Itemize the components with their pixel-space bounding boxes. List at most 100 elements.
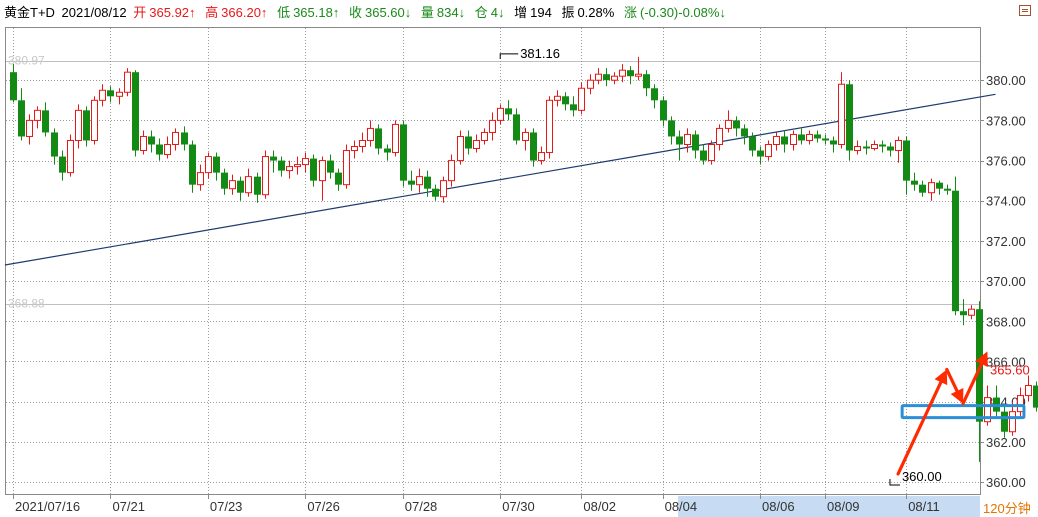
candle [116,88,123,105]
candle [359,132,366,153]
candle [270,150,277,173]
candle [806,130,813,145]
x-tick-label: 07/23 [210,499,243,514]
candle-body [790,133,797,145]
candle-body [505,108,512,115]
candle-body [919,184,926,193]
candle-body [854,146,861,152]
candle [505,100,512,121]
candle [887,142,894,157]
candle [725,110,732,133]
candle-body [1001,411,1008,432]
candle [733,116,740,137]
candle [822,134,829,145]
candle [140,130,147,155]
x-tick-label: 08/04 [665,499,698,514]
candle [310,154,317,187]
candle-body [643,74,650,89]
candle-body [197,172,204,186]
candle-body [806,133,813,141]
candle-body [107,90,114,97]
candle [42,102,49,137]
candle [18,88,25,141]
y-tick-label: 374.00 [986,194,1026,209]
candle-body [343,150,350,186]
candle [530,128,537,167]
trend-arrow-shaft [945,367,959,393]
candle-body [400,124,407,181]
candle [481,128,488,145]
candle [107,86,114,103]
candle [278,156,285,177]
candle-body [700,150,707,161]
candle-body [773,135,780,145]
candle [570,96,577,117]
candle [814,130,821,143]
candle [911,172,918,191]
candle-body [513,114,520,141]
max-price-label: 381.16 [520,46,560,61]
candle-body [595,73,602,81]
candle-body [286,166,293,172]
candle [172,128,179,151]
candle [562,92,569,111]
candle-body [83,110,90,141]
candle [384,144,391,161]
candle [254,172,261,203]
candle-body [34,109,41,121]
candle-body [546,99,553,154]
candle [375,124,382,155]
candle [595,68,602,85]
candle [790,130,797,151]
candle [676,130,683,161]
candle [351,140,358,159]
candle [635,56,642,81]
candle [221,168,228,195]
candle-body [254,176,261,195]
candle-body [895,139,902,152]
candle [781,130,788,153]
candle-body [911,180,918,185]
candle [294,156,301,175]
candle-body [67,139,74,174]
candle-body [733,120,740,129]
x-tick-label: 08/02 [583,499,616,514]
candle [968,305,975,320]
candles-layer [10,56,1038,462]
candle [91,96,98,145]
candle-body [554,95,561,101]
candle [765,140,772,161]
candle-body [302,158,309,166]
candle-body [781,136,788,145]
candle-body [627,70,634,77]
candle-body [473,139,480,150]
candlestick-chart[interactable]: 2021/07/16 07/21 07/23 07/26 07/28 07/30 08/02… [0,0,1038,517]
candle [919,180,926,197]
candle [59,150,66,181]
candle-body [237,180,244,193]
candle-body [294,164,301,168]
candle-body [725,119,732,129]
candle [327,154,334,179]
candle-body [1009,411,1016,433]
candle [34,106,41,129]
candle [75,104,82,149]
y-tick-label: 360.00 [986,475,1026,490]
candle [489,112,496,141]
left-mid-value: 368.88 [8,297,45,311]
x-tick-label: 07/21 [112,499,145,514]
candle-body [944,188,951,191]
candle-body [392,123,399,154]
candle-body [863,146,870,149]
candle [124,68,131,97]
candle [156,138,163,161]
candle [643,70,650,97]
plot-frame [5,27,981,495]
candle [189,140,196,193]
period-label[interactable]: 120分钟 [983,501,1031,516]
candle [432,184,439,201]
candle [936,180,943,195]
candle-body [838,83,845,145]
candle [993,385,1000,418]
candle-body [716,127,723,145]
